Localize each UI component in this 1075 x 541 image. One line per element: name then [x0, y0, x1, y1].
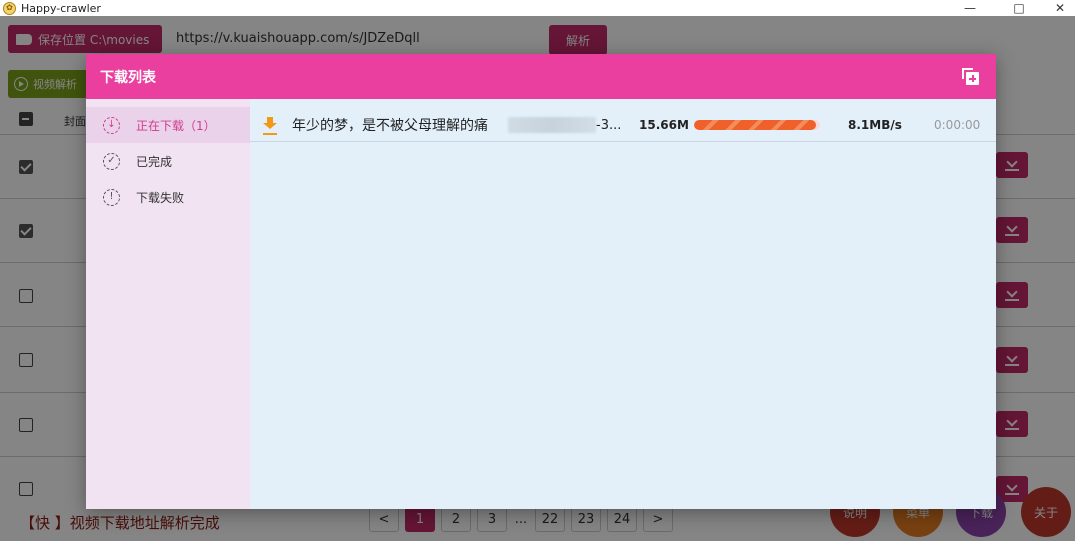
task-remaining-time: 0:00:00 — [934, 118, 981, 132]
task-name-tail: -3... — [596, 117, 622, 133]
sidebar-item-label: 已完成 — [136, 154, 173, 169]
sidebar-item-downloading[interactable]: ↓ 正在下载（1） — [86, 107, 250, 143]
title-bar: ✿ Happy-crawler — □ ✕ — [0, 0, 1075, 16]
maximize-button[interactable]: □ — [999, 0, 1039, 16]
download-arrow-icon — [262, 108, 278, 142]
task-progress-fill — [694, 120, 817, 130]
sidebar-item-label: 正在下载（1） — [136, 118, 216, 133]
download-task-row[interactable]: 年少的梦，是不被父母理解的痛 -3... 15.66M 8.1MB/s 0:00… — [250, 108, 996, 142]
app-logo-icon: ✿ — [3, 1, 16, 15]
download-list-dialog: 下载列表 ↓ 正在下载（1） ✓ 已完成 ! 下载失败 年少的梦，是不被父母理解… — [86, 54, 996, 509]
window-title: Happy-crawler — [21, 1, 101, 15]
downloading-icon: ↓ — [103, 116, 120, 134]
sidebar-item-failed[interactable]: ! 下载失败 — [86, 179, 250, 215]
dialog-header: 下载列表 — [86, 54, 996, 99]
sidebar-item-completed[interactable]: ✓ 已完成 — [86, 143, 250, 179]
task-name: 年少的梦，是不被父母理解的痛 — [292, 118, 488, 134]
dialog-title: 下载列表 — [100, 69, 156, 86]
app-window: ✿ Happy-crawler — □ ✕ 保存位置 C:\movies htt… — [0, 0, 1075, 541]
close-button[interactable]: ✕ — [1040, 0, 1075, 16]
task-speed: 8.1MB/s — [848, 118, 902, 132]
completed-icon: ✓ — [103, 152, 120, 170]
task-progress-bar — [694, 120, 820, 130]
minimize-button[interactable]: — — [950, 0, 990, 16]
sidebar-item-label: 下载失败 — [136, 190, 185, 205]
task-size: 15.66M — [639, 118, 689, 132]
failed-icon: ! — [103, 188, 120, 206]
blurred-text-redaction — [508, 117, 596, 133]
add-to-queue-icon[interactable] — [962, 68, 980, 86]
download-status-sidebar: ↓ 正在下载（1） ✓ 已完成 ! 下载失败 — [86, 99, 250, 509]
